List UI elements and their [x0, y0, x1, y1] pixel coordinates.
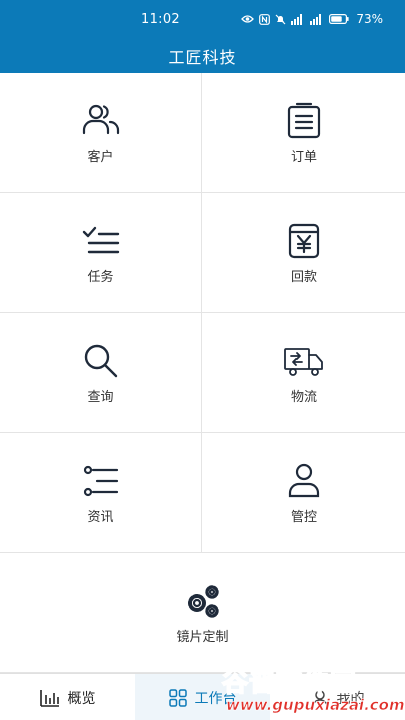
menu-label: 订单	[290, 150, 317, 165]
menu-item-payments[interactable]: 回款	[203, 193, 405, 313]
tab-label: 我的	[336, 690, 365, 707]
menu-label: 物流	[290, 390, 317, 405]
tab-mine[interactable]: 我的	[270, 674, 405, 720]
menu-row: 客户 订单	[0, 73, 405, 193]
menu-row: 镜片定制	[0, 553, 405, 673]
menu-label: 回款	[290, 270, 317, 285]
profile-icon	[311, 689, 328, 706]
menu-label: 任务	[87, 270, 114, 285]
users-icon	[82, 104, 119, 135]
page-title: 工匠科技	[168, 48, 237, 67]
menu-label: 查询	[87, 390, 114, 405]
signal-icon-2	[310, 13, 322, 25]
status-bar: 11:02 73%	[0, 0, 405, 36]
battery-icon	[329, 14, 349, 24]
menu-item-logistics[interactable]: 物流	[203, 313, 405, 433]
nfc-icon	[259, 13, 271, 25]
menu-row: 查询 物流	[0, 313, 405, 433]
menu-item-query[interactable]: 查询	[0, 313, 202, 433]
yuan-receipt-icon	[288, 223, 320, 259]
menu-row: 资讯 管控	[0, 433, 405, 553]
truck-icon	[284, 348, 323, 376]
status-icons: 73%	[241, 12, 383, 26]
search-icon	[84, 344, 117, 378]
app-header: 11:02 73% 工匠科技	[0, 0, 405, 73]
menu-item-lens-custom[interactable]: 镜片定制	[0, 553, 405, 673]
eye-icon	[241, 15, 255, 23]
gears-icon	[187, 585, 219, 618]
menu-row: 任务 回款	[0, 193, 405, 313]
menu-label: 镜片定制	[176, 630, 229, 645]
battery-level: 73%	[356, 12, 383, 26]
bar-chart-icon	[39, 689, 59, 707]
menu-label: 管控	[290, 510, 317, 525]
menu-item-orders[interactable]: 订单	[203, 73, 405, 193]
status-time: 11:02	[141, 12, 180, 27]
user-icon	[288, 463, 320, 498]
tab-workbench[interactable]: 工作台	[135, 674, 270, 720]
menu-label: 客户	[87, 150, 114, 165]
menu-item-control[interactable]: 管控	[203, 433, 405, 553]
list-icon	[83, 465, 118, 497]
tab-label: 概览	[67, 690, 96, 707]
mute-icon	[275, 14, 286, 24]
clipboard-icon	[287, 102, 321, 139]
tab-label: 工作台	[194, 690, 237, 707]
menu-item-news[interactable]: 资讯	[0, 433, 202, 553]
grid-icon	[168, 688, 187, 707]
app-root: 11:02 73% 工匠科技 客户 订单 任务 回款 查询 物流 资讯 管控 镜…	[0, 0, 405, 720]
menu-item-customers[interactable]: 客户	[0, 73, 202, 193]
menu-item-tasks[interactable]: 任务	[0, 193, 202, 313]
menu-label: 资讯	[87, 510, 114, 525]
tab-overview[interactable]: 概览	[0, 674, 135, 720]
signal-icon	[291, 13, 303, 25]
bottom-tab-bar: 概览 工作台 我的	[0, 673, 405, 720]
checklist-icon	[82, 226, 119, 254]
